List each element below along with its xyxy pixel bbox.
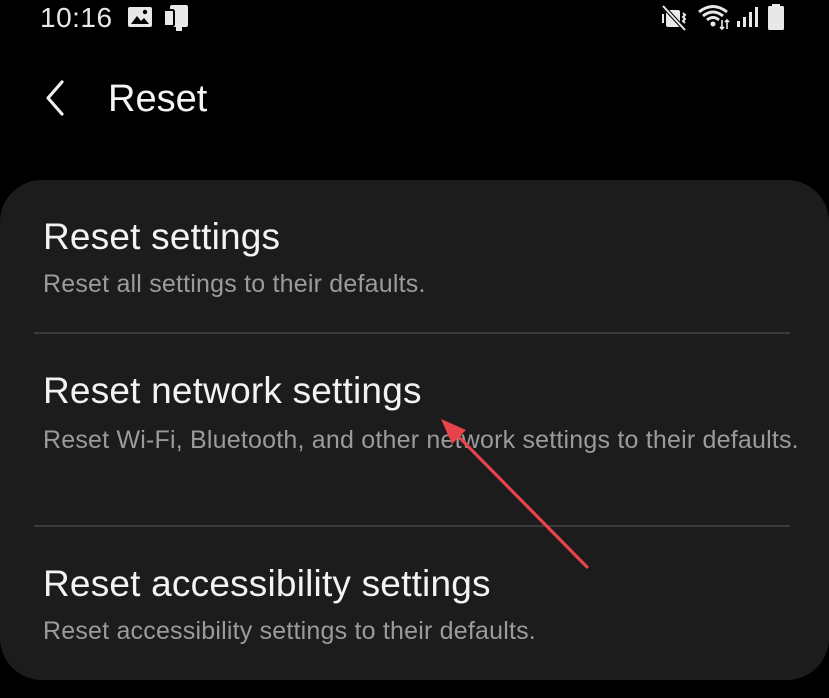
reset-settings-item[interactable]: Reset settings Reset all settings to the…	[0, 180, 829, 332]
item-title: Reset network settings	[43, 370, 422, 411]
screen: 10:16 Reset Reset settings Reset all set…	[0, 0, 829, 698]
signal-icon	[736, 6, 760, 33]
gallery-icon	[127, 5, 153, 34]
status-bar: 10:16	[0, 0, 829, 36]
status-time: 10:16	[40, 2, 113, 33]
item-subtitle: Reset all settings to their defaults.	[43, 270, 426, 298]
reset-accessibility-settings-item[interactable]: Reset accessibility settings Reset acces…	[0, 527, 829, 680]
device-icon	[163, 4, 193, 37]
app-bar: Reset	[0, 60, 829, 140]
battery-icon	[767, 3, 785, 36]
item-title: Reset settings	[43, 216, 281, 257]
page-title: Reset	[108, 78, 208, 120]
chevron-left-icon	[42, 78, 70, 123]
reset-network-settings-item[interactable]: Reset network settings Reset Wi-Fi, Blue…	[0, 334, 829, 524]
item-subtitle: Reset Wi-Fi, Bluetooth, and other networ…	[43, 426, 799, 454]
mute-icon	[661, 4, 691, 36]
back-button[interactable]	[30, 74, 82, 126]
wifi-icon	[697, 3, 731, 36]
item-title: Reset accessibility settings	[43, 563, 491, 604]
reset-options-card: Reset settings Reset all settings to the…	[0, 180, 829, 680]
item-subtitle: Reset accessibility settings to their de…	[43, 617, 536, 645]
